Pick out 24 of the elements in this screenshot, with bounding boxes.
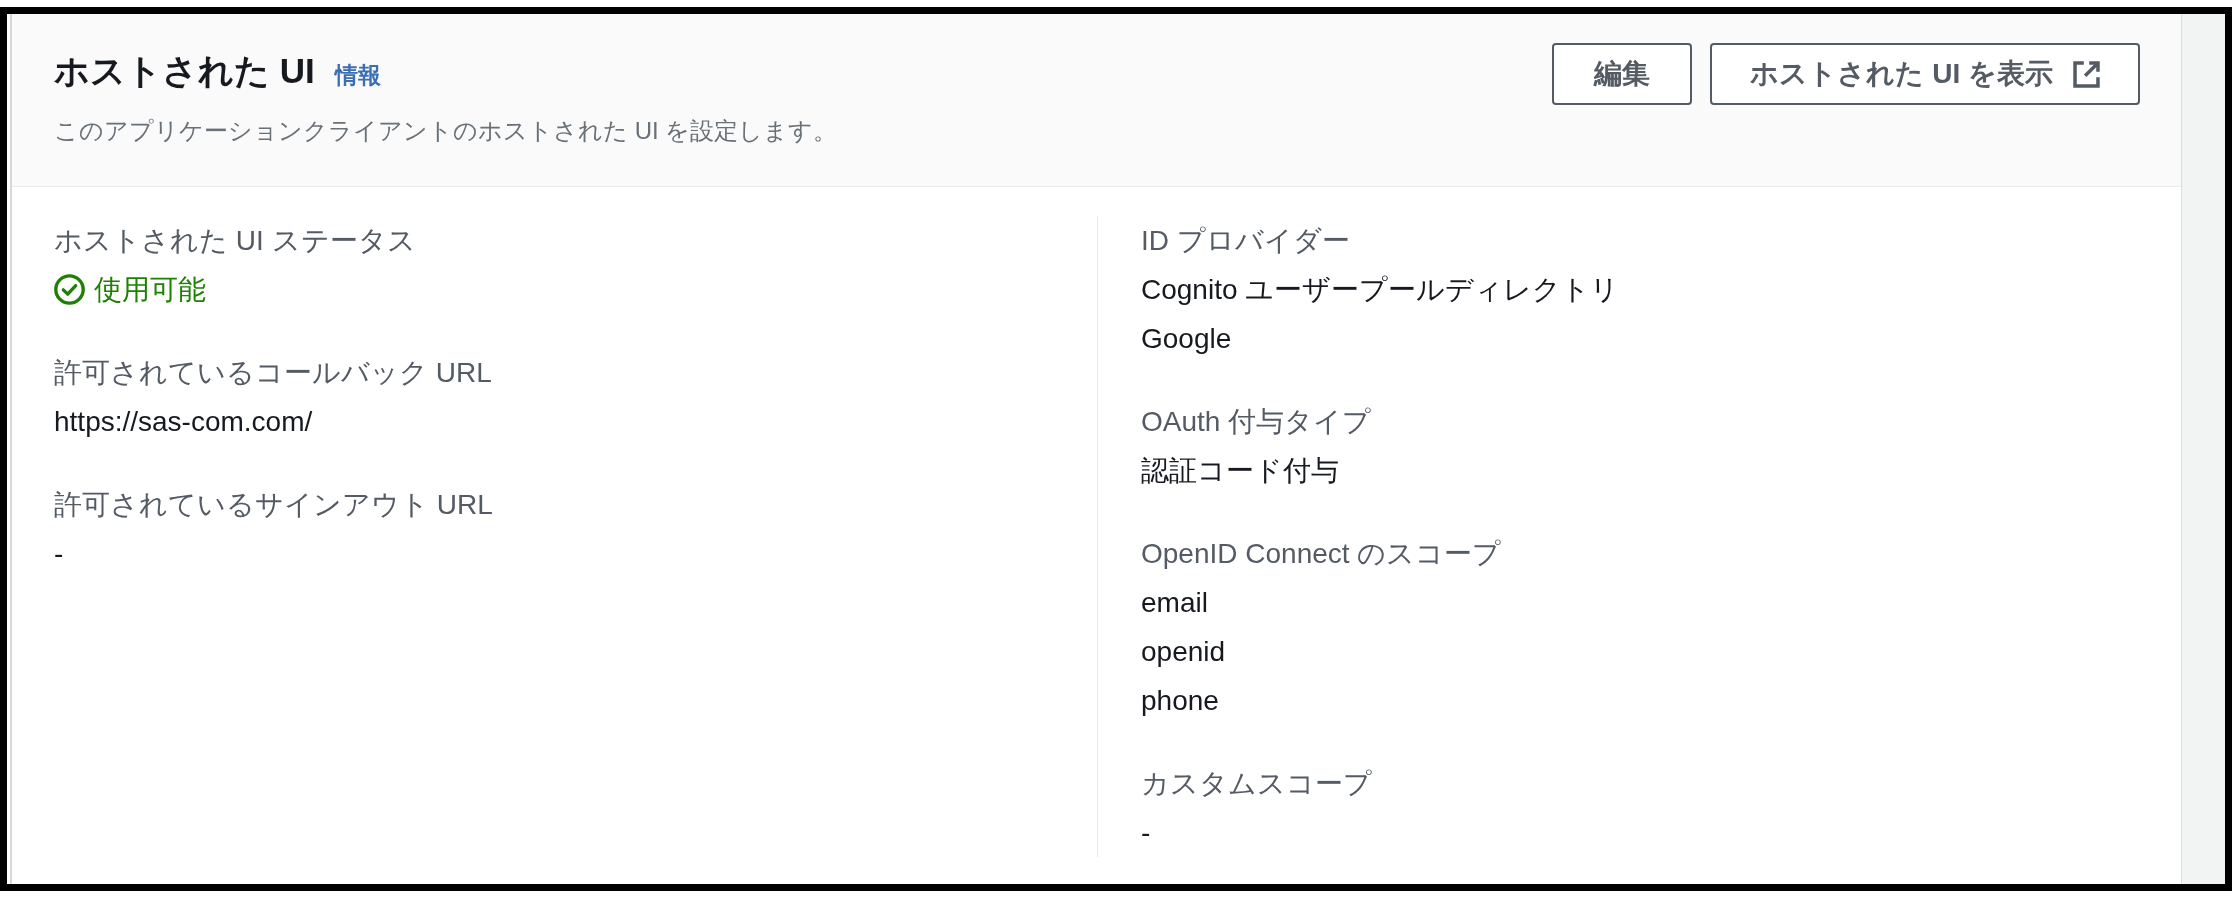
field-value: email — [1141, 586, 1209, 620]
field-label: OpenID Connect のスコープ — [1141, 537, 1503, 571]
field-label: 許可されているコールバック URL — [54, 356, 493, 390]
field-value: - — [1141, 816, 1152, 850]
field-value: phone — [1141, 684, 1220, 718]
view-hosted-ui-button[interactable]: ホストされた UI を表示 — [1710, 43, 2140, 105]
edit-button[interactable]: 編集 — [1552, 43, 1693, 105]
section-title: ホストされた UI — [54, 50, 315, 92]
field-label: カスタムスコープ — [1141, 767, 1373, 801]
info-link[interactable]: 情報 — [334, 60, 381, 91]
field-value: openid — [1141, 635, 1227, 669]
field-label: 許可されているサインアウト URL — [54, 488, 494, 522]
status-text: 使用可能 — [94, 273, 206, 307]
field-value: - — [54, 537, 65, 571]
external-link-icon — [2073, 60, 2100, 88]
field-value: Google — [1141, 322, 1233, 356]
field-label: ホストされた UI ステータス — [54, 224, 417, 258]
field-label: OAuth 付与タイプ — [1141, 405, 1373, 439]
field-value: https://sas-com.com/ — [54, 405, 314, 439]
field-value: Cognito ユーザープールディレクトリ — [1141, 273, 1621, 307]
field-value: 認証コード付与 — [1141, 454, 1340, 488]
check-circle-icon — [54, 274, 85, 305]
field-label: ID プロバイダー — [1141, 224, 1351, 258]
section-description: このアプリケーションクライアントのホストされた UI を設定します。 — [54, 116, 838, 146]
